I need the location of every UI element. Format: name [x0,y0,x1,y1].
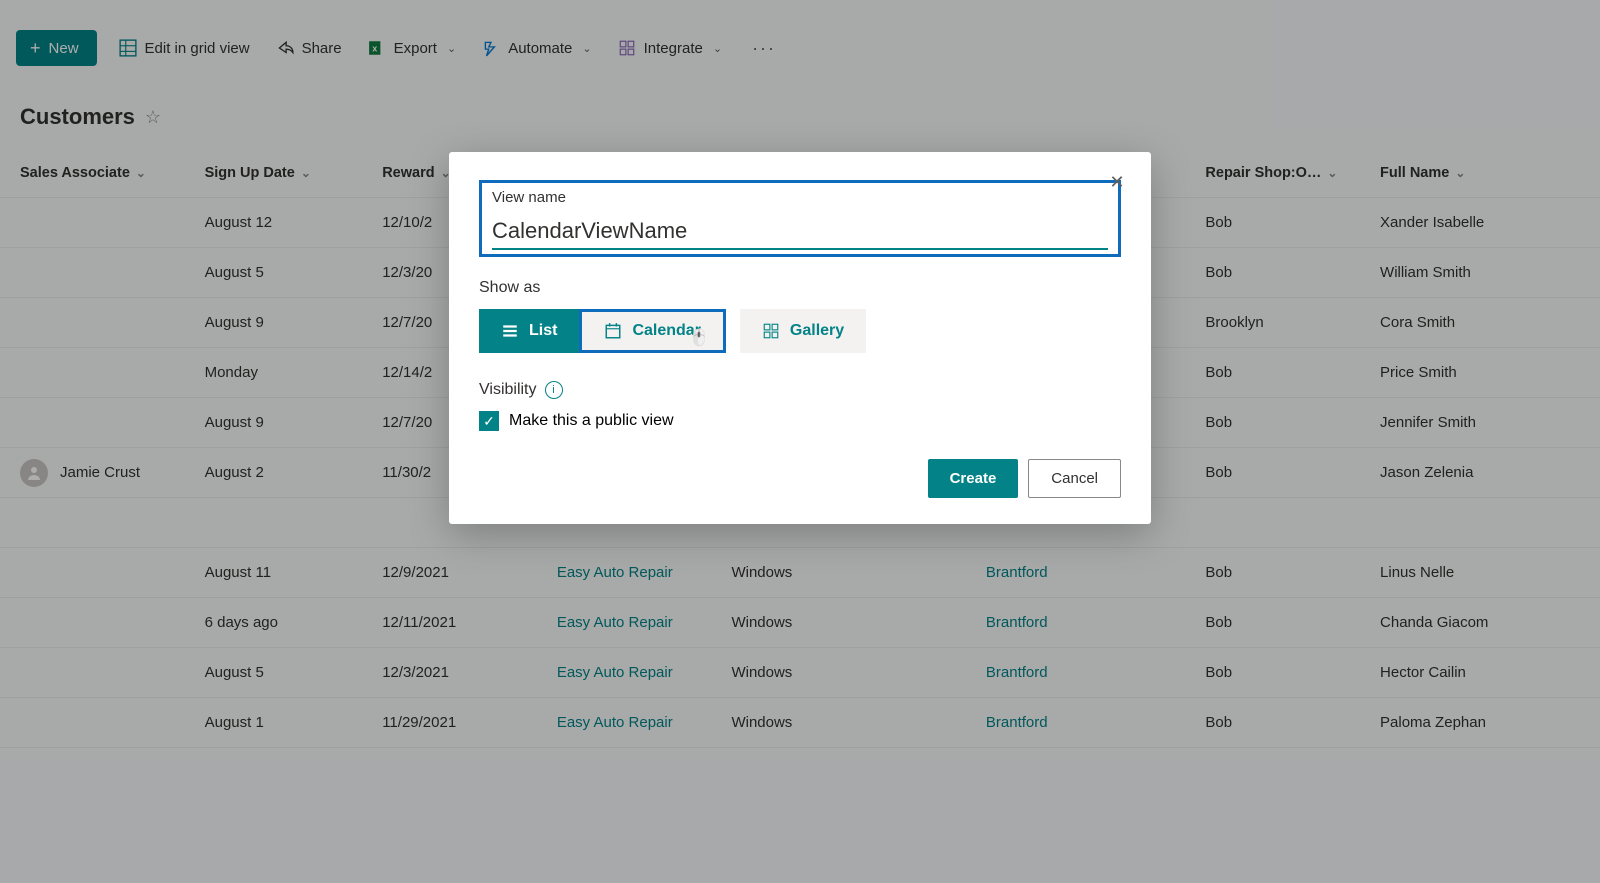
info-icon[interactable]: i [545,381,563,399]
pointer-cursor-icon: 🖱️ [689,328,709,348]
calendar-icon [604,322,622,340]
checkbox-checked-icon[interactable]: ✓ [479,411,499,431]
show-list-label: List [529,322,557,340]
list-icon [501,322,519,340]
modal-overlay: ✕ View name Show as List Calendar 🖱️ Gal… [0,0,1600,883]
view-name-label: View name [492,189,1108,206]
show-as-list-button[interactable]: List [479,309,579,353]
public-view-checkbox-row[interactable]: ✓ Make this a public view [479,411,1121,431]
show-gallery-label: Gallery [790,322,844,340]
cancel-button[interactable]: Cancel [1028,459,1121,498]
public-view-label: Make this a public view [509,412,674,430]
view-name-input[interactable] [492,214,1108,250]
show-as-calendar-button[interactable]: Calendar 🖱️ [579,309,725,353]
dialog-buttons: Create Cancel [479,459,1121,498]
create-button[interactable]: Create [928,459,1019,498]
close-icon: ✕ [1109,172,1124,193]
view-name-field-highlight: View name [479,180,1121,257]
create-view-dialog: ✕ View name Show as List Calendar 🖱️ Gal… [449,152,1151,524]
show-as-label: Show as [479,279,1121,297]
visibility-label: Visibility i [479,381,1121,399]
gallery-icon [762,322,780,340]
show-as-gallery-button[interactable]: Gallery [740,309,866,353]
close-button[interactable]: ✕ [1101,166,1133,198]
show-as-options: List Calendar 🖱️ Gallery [479,309,1121,353]
